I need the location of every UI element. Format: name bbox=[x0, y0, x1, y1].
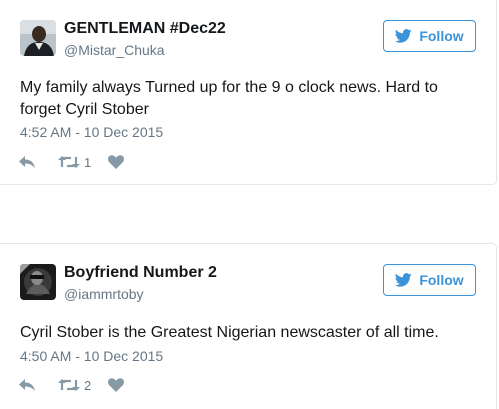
tweet-card: GENTLEMAN #Dec22 @Mistar_Chuka Follow My… bbox=[0, 0, 497, 185]
timestamp[interactable]: 4:52 AM - 10 Dec 2015 bbox=[20, 124, 163, 140]
reply-button[interactable] bbox=[18, 152, 36, 172]
reply-icon bbox=[19, 379, 35, 391]
user-handle[interactable]: @Mistar_Chuka bbox=[64, 42, 165, 58]
user-handle[interactable]: @iammrtoby bbox=[64, 286, 144, 302]
reply-button[interactable] bbox=[18, 375, 36, 395]
like-button[interactable] bbox=[108, 152, 124, 172]
timestamp[interactable]: 4:50 AM - 10 Dec 2015 bbox=[20, 348, 163, 364]
follow-button[interactable]: Follow bbox=[383, 264, 476, 296]
display-name[interactable]: Boyfriend Number 2 bbox=[64, 264, 217, 282]
bird-icon bbox=[395, 29, 412, 43]
follow-button[interactable]: Follow bbox=[383, 20, 476, 52]
like-button[interactable] bbox=[108, 375, 124, 395]
retweet-count: 1 bbox=[84, 154, 92, 170]
reply-icon bbox=[19, 156, 35, 168]
avatar[interactable] bbox=[20, 264, 56, 300]
retweet-button[interactable]: 1 bbox=[58, 152, 91, 172]
tweet-text: My family always Turned up for the 9 o c… bbox=[20, 79, 438, 118]
retweet-button[interactable]: 2 bbox=[58, 375, 91, 395]
retweet-icon bbox=[58, 379, 80, 391]
heart-icon bbox=[108, 378, 124, 392]
heart-icon bbox=[108, 155, 124, 169]
follow-label: Follow bbox=[419, 28, 464, 44]
tweet-text: Cyril Stober is the Greatest Nigerian ne… bbox=[20, 324, 439, 341]
retweet-count: 2 bbox=[84, 377, 92, 393]
avatar[interactable] bbox=[20, 20, 56, 56]
follow-label: Follow bbox=[419, 272, 464, 288]
display-name[interactable]: GENTLEMAN #Dec22 bbox=[64, 20, 226, 38]
retweet-icon bbox=[58, 156, 80, 168]
tweet-card: Boyfriend Number 2 @iammrtoby Follow Cyr… bbox=[0, 243, 497, 409]
bird-icon bbox=[395, 273, 412, 287]
